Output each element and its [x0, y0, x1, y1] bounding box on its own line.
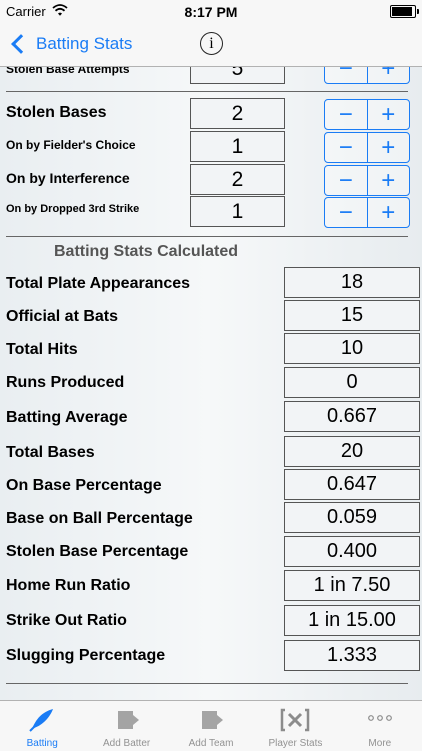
back-button-label: Batting Stats [36, 34, 133, 53]
counter-value: 1 [190, 131, 285, 162]
tab-batting[interactable]: Batting [0, 701, 84, 751]
counter-value: 2 [190, 98, 285, 129]
stat-label: Total Bases [6, 444, 95, 461]
stat-label: Total Plate Appearances [6, 275, 191, 292]
counter-label: On by Dropped 3rd Strike [6, 203, 140, 215]
stat-row: Batting Average 0.667 [0, 401, 422, 432]
tab-add-team[interactable]: Add Team [169, 701, 253, 751]
navigation-bar: Batting Stats i [0, 22, 422, 67]
stat-row: Runs Produced 0 [0, 367, 422, 398]
divider [6, 683, 408, 684]
stat-value: 0.400 [284, 536, 420, 567]
stat-value: 1.333 [284, 640, 420, 671]
decrement-button[interactable]: − [325, 198, 368, 227]
decrement-button[interactable]: − [325, 100, 368, 129]
info-button[interactable]: i [200, 32, 223, 55]
stat-value: 1 in 15.00 [284, 605, 420, 636]
counter-value: 1 [190, 196, 285, 227]
stat-row: On Base Percentage 0.647 [0, 469, 422, 500]
status-time: 8:17 PM [184, 4, 238, 20]
stat-row: Total Hits 10 [0, 333, 422, 364]
stat-label: On Base Percentage [6, 477, 162, 494]
stat-value: 0 [284, 367, 420, 398]
stepper: − + [324, 132, 410, 163]
counter-row-dropped-3rd-strike: On by Dropped 3rd Strike 1 − + [0, 196, 422, 228]
stat-value: 20 [284, 436, 420, 467]
stat-label: Slugging Percentage [6, 647, 166, 664]
back-button[interactable]: Batting Stats [10, 30, 132, 58]
tab-player-stats[interactable]: Player Stats [253, 701, 337, 751]
counter-row-interference: On by Interference 2 − + [0, 164, 422, 196]
stat-value: 18 [284, 267, 420, 298]
tab-label: More [368, 738, 392, 749]
counter-label: On by Fielder's Choice [6, 138, 136, 152]
stepper: − + [324, 165, 410, 196]
stat-label: Total Hits [6, 341, 78, 358]
stat-row: Base on Ball Percentage 0.059 [0, 502, 422, 533]
scroll-content[interactable]: Stolen Base Attempts 5 − + Stolen Bases … [0, 0, 422, 700]
increment-button[interactable]: + [368, 166, 410, 195]
stat-row: Stolen Base Percentage 0.400 [0, 536, 422, 567]
stat-label: Runs Produced [6, 374, 125, 391]
counter-row-stolen-bases: Stolen Bases 2 − + [0, 98, 422, 130]
status-bar: Carrier 8:17 PM [0, 0, 422, 22]
player-stats-icon [280, 707, 310, 738]
add-team-icon [197, 707, 225, 738]
stat-value: 1 in 7.50 [284, 570, 420, 601]
stat-value: 0.647 [284, 469, 420, 500]
stat-label: Base on Ball Percentage [6, 510, 193, 527]
stat-label: Home Run Ratio [6, 577, 131, 594]
tab-label: Batting [26, 738, 58, 749]
decrement-button[interactable]: − [325, 166, 368, 195]
counter-value: 2 [190, 164, 285, 195]
tab-bar: Batting Add Batter Add Team Player Stats… [0, 700, 422, 751]
stat-label: Stolen Base Percentage [6, 543, 189, 560]
add-batter-icon [113, 707, 141, 738]
stepper: − + [324, 197, 410, 228]
tab-label: Player Stats [268, 738, 323, 749]
more-dots-icon [366, 711, 394, 730]
counter-label: On by Interference [6, 170, 130, 186]
increment-button[interactable]: + [368, 198, 410, 227]
stat-row: Official at Bats 15 [0, 300, 422, 331]
battery-icon [390, 5, 419, 18]
stat-row: Home Run Ratio 1 in 7.50 [0, 570, 422, 601]
increment-button[interactable]: + [368, 133, 410, 162]
stat-value: 0.667 [284, 401, 420, 432]
stat-label: Official at Bats [6, 308, 119, 325]
tab-more[interactable]: More [338, 701, 422, 751]
stat-value: 15 [284, 300, 420, 331]
stepper: − + [324, 99, 410, 130]
stat-value: 10 [284, 333, 420, 364]
stat-row: Strike Out Ratio 1 in 15.00 [0, 605, 422, 636]
tab-add-batter[interactable]: Add Batter [84, 701, 168, 751]
feather-pen-icon [28, 707, 56, 738]
stat-row: Total Plate Appearances 18 [0, 267, 422, 298]
divider [6, 91, 408, 92]
stat-label: Strike Out Ratio [6, 612, 127, 629]
stat-value: 0.059 [284, 502, 420, 533]
chevron-left-icon [11, 34, 31, 54]
tab-label: Add Team [188, 738, 234, 749]
decrement-button[interactable]: − [325, 133, 368, 162]
section-title: Batting Stats Calculated [54, 243, 239, 260]
stat-row: Slugging Percentage 1.333 [0, 640, 422, 671]
increment-button[interactable]: + [368, 100, 410, 129]
stat-label: Batting Average [6, 409, 128, 426]
tab-label: Add Batter [102, 738, 151, 749]
stat-row: Total Bases 20 [0, 436, 422, 467]
counter-label: Stolen Bases [6, 104, 107, 121]
counter-row-fielders-choice: On by Fielder's Choice 1 − + [0, 131, 422, 163]
divider [6, 236, 408, 237]
